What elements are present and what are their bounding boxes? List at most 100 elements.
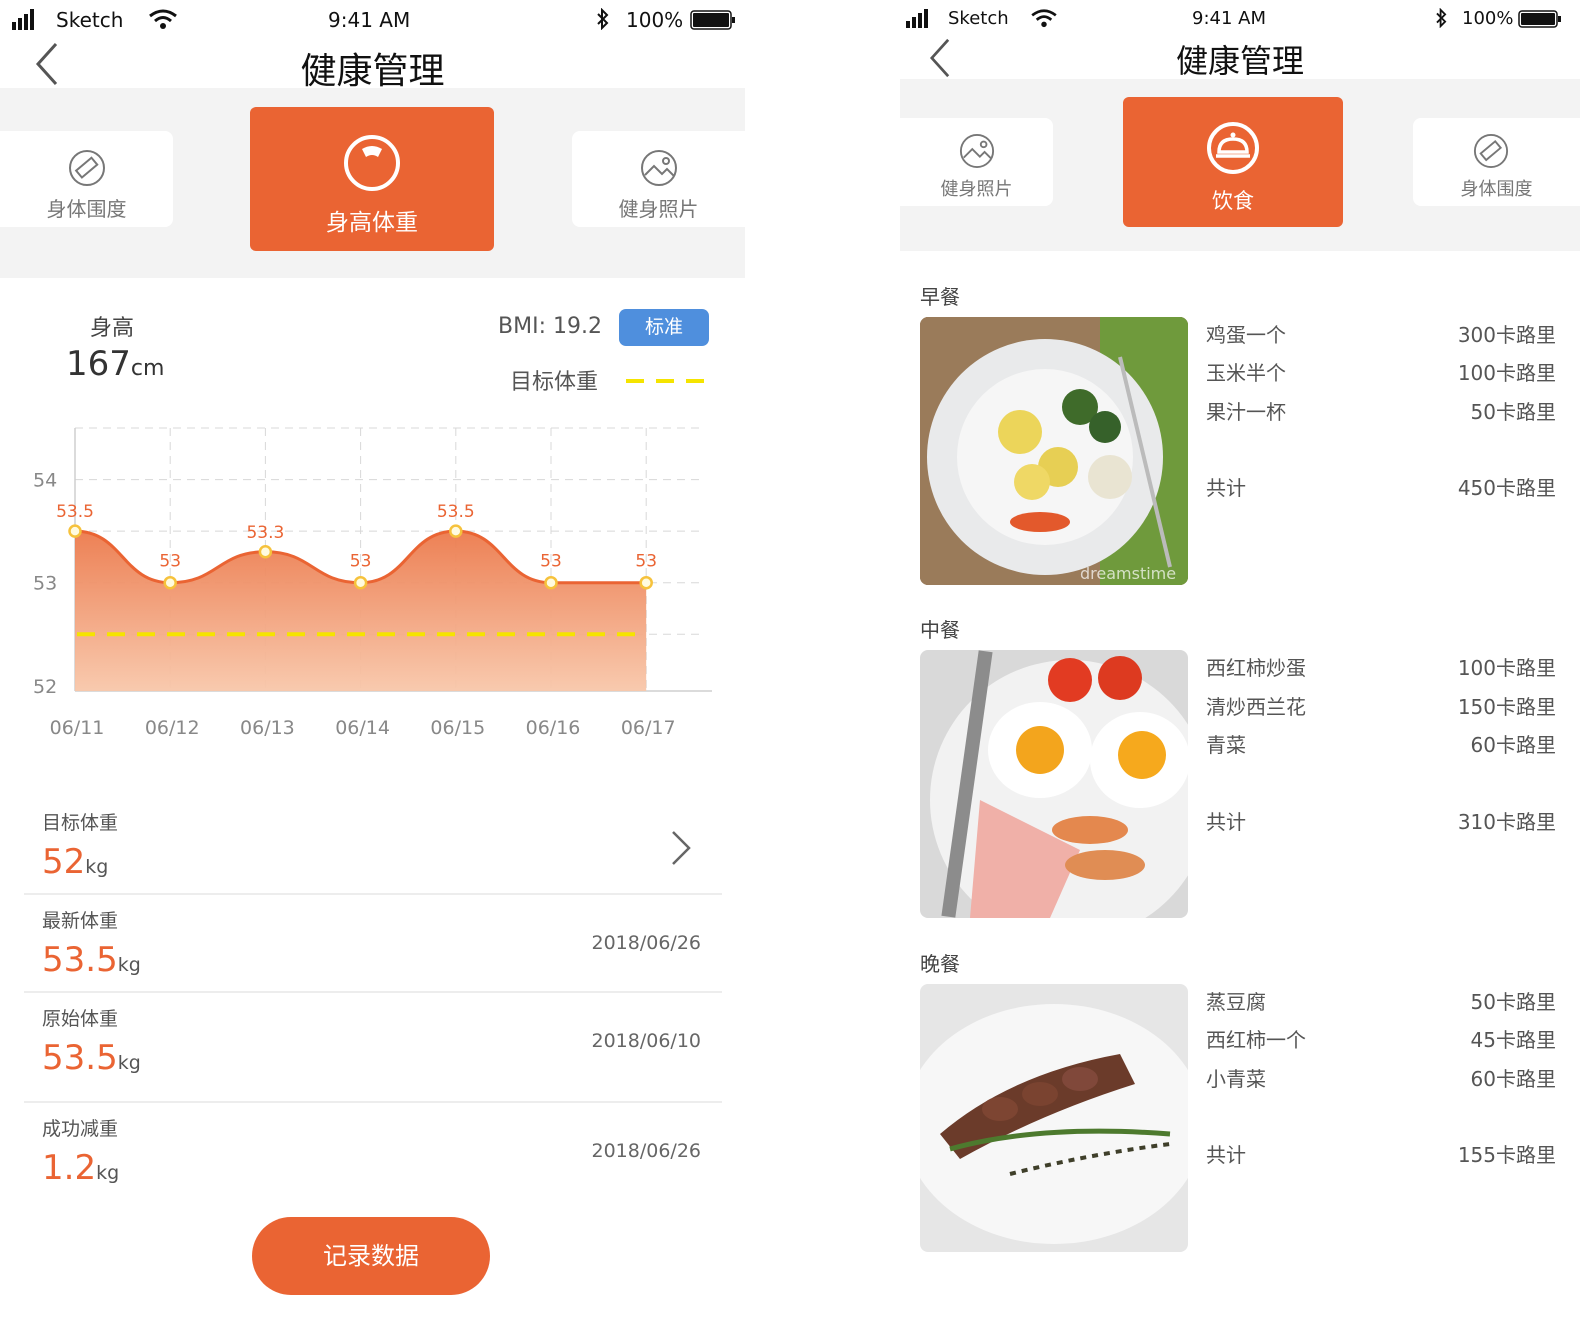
left-screen-height-weight: Sketch 9:41 AM 100% 健康管理 身体围度 身高体重 健身照片 …	[0, 0, 745, 1334]
wifi-icon	[1031, 9, 1057, 28]
meal-item: 鸡蛋一个	[1206, 323, 1286, 347]
tab-height-weight-active[interactable]: 身高体重	[250, 107, 494, 251]
battery-icon	[690, 10, 735, 30]
record-date: 2018/06/26	[591, 1140, 701, 1162]
weight-trend-chart: 53.5 53 53.3 53 53.5 53 53 52 53 54 06/11 06/12 06/1…	[33, 427, 712, 739]
data-label: 53.5	[56, 502, 94, 522]
tab-label: 饮食	[1212, 189, 1254, 213]
record-date: 2018/06/10	[591, 1030, 701, 1052]
data-point	[544, 575, 558, 590]
meal-total-label: 共计	[1206, 810, 1246, 834]
photo-icon	[959, 133, 995, 169]
meal-item-calories: 50卡路里	[1470, 990, 1556, 1014]
meal-item: 清炒西兰花	[1206, 695, 1306, 719]
data-point	[639, 575, 653, 590]
meal-total-label: 共计	[1206, 1143, 1246, 1167]
record-value-target: 52kg	[42, 842, 108, 882]
carrier-label: Sketch	[56, 8, 124, 32]
meal-total-calories: 450卡路里	[1457, 476, 1556, 500]
meal-title-lunch: 中餐	[920, 618, 960, 642]
meal-item: 青菜	[1206, 733, 1246, 757]
fried-eggs-illustration	[920, 650, 1188, 918]
salad-plate-illustration: dreamstime	[920, 317, 1188, 585]
ruler-icon	[69, 150, 105, 186]
height-number: 167	[66, 344, 131, 384]
bluetooth-icon	[1436, 8, 1447, 28]
record-label-original: 原始体重	[42, 1008, 119, 1030]
tab-diet-active[interactable]: 饮食	[1123, 97, 1343, 227]
meal-item: 小青菜	[1206, 1067, 1266, 1091]
meal-total-calories: 155卡路里	[1457, 1143, 1556, 1167]
meal-item-calories: 100卡路里	[1457, 361, 1556, 385]
meal-item-calories: 150卡路里	[1457, 695, 1556, 719]
x-tick-label: 06/17	[621, 717, 676, 739]
record-number: 53.5	[42, 1038, 118, 1078]
steak-plate-photo	[920, 984, 1188, 1252]
meal-item-calories: 60卡路里	[1470, 1067, 1556, 1091]
record-value-lost: 1.2kg	[42, 1148, 119, 1188]
data-label: 53	[350, 552, 372, 572]
x-tick-label: 06/16	[526, 717, 581, 739]
tab-body-measurements[interactable]: 身体围度	[1413, 118, 1580, 206]
height-label: 身高	[90, 316, 135, 341]
meal-title-breakfast: 早餐	[920, 285, 960, 309]
bmi-label: BMI: 19.2	[498, 314, 602, 339]
meal-item: 果汁一杯	[1206, 400, 1286, 424]
bluetooth-icon	[597, 8, 609, 30]
clock: 9:41 AM	[1192, 8, 1266, 29]
tab-fitness-photos[interactable]: 健身照片	[900, 118, 1053, 206]
data-label: 53	[159, 552, 181, 572]
y-tick-label: 54	[33, 470, 57, 492]
divider	[24, 991, 722, 993]
meal-item: 蒸豆腐	[1206, 990, 1266, 1014]
battery-icon	[1518, 10, 1561, 28]
category-tab-band: 健身照片 饮食 身体围度	[900, 79, 1580, 251]
battery-percent: 100%	[626, 8, 684, 32]
tab-body-measurements[interactable]: 身体围度	[0, 131, 173, 227]
tab-label: 健身照片	[940, 179, 1013, 200]
record-label-target: 目标体重	[42, 812, 119, 834]
tab-label: 健身照片	[618, 197, 699, 221]
right-screen-diet: Sketch 9:41 AM 100% 健康管理 健身照片 饮食 身体围度 早餐…	[900, 0, 1580, 1334]
meal-item: 西红柿一个	[1206, 1028, 1306, 1052]
x-tick-label: 06/14	[335, 717, 390, 739]
data-point	[449, 524, 463, 538]
x-tick-label: 06/15	[430, 717, 485, 739]
record-data-button[interactable]: 记录数据	[252, 1217, 490, 1295]
ruler-icon	[1473, 133, 1509, 169]
record-label-latest: 最新体重	[42, 910, 119, 932]
target-weight-legend-label: 目标体重	[510, 370, 599, 395]
record-number: 52	[42, 842, 86, 882]
clock: 9:41 AM	[328, 8, 411, 32]
chevron-right-icon[interactable]	[670, 830, 692, 866]
tab-label: 身体围度	[1460, 179, 1533, 200]
data-label: 53	[635, 552, 657, 572]
meal-total-label: 共计	[1206, 476, 1246, 500]
wifi-icon	[149, 9, 177, 29]
record-date: 2018/06/26	[591, 932, 701, 954]
height-value: 167cm	[66, 344, 164, 384]
scale-icon	[344, 135, 400, 191]
data-label: 53	[540, 552, 562, 572]
carrier-label: Sketch	[948, 8, 1009, 29]
tab-label: 身体围度	[46, 197, 127, 221]
fried-eggs-plate-photo	[920, 650, 1188, 918]
page-title: 健康管理	[300, 51, 445, 92]
record-number: 53.5	[42, 940, 118, 980]
divider	[24, 1101, 722, 1103]
status-bar: Sketch 9:41 AM 100%	[900, 0, 1580, 40]
signal-icon	[12, 9, 34, 30]
watermark: dreamstime	[1080, 564, 1176, 583]
bmi-status-badge: 标准	[619, 309, 709, 346]
data-point	[68, 524, 82, 538]
photo-icon	[641, 150, 677, 186]
meal-item: 玉米半个	[1206, 361, 1286, 385]
height-unit: cm	[130, 356, 165, 381]
data-label: 53.3	[246, 523, 284, 543]
record-unit: kg	[85, 856, 109, 878]
data-point	[258, 545, 273, 559]
meal-item-calories: 60卡路里	[1470, 733, 1556, 757]
tab-fitness-photos[interactable]: 健身照片	[572, 131, 745, 227]
signal-icon	[906, 9, 928, 28]
record-label-lost: 成功减重	[42, 1118, 119, 1140]
